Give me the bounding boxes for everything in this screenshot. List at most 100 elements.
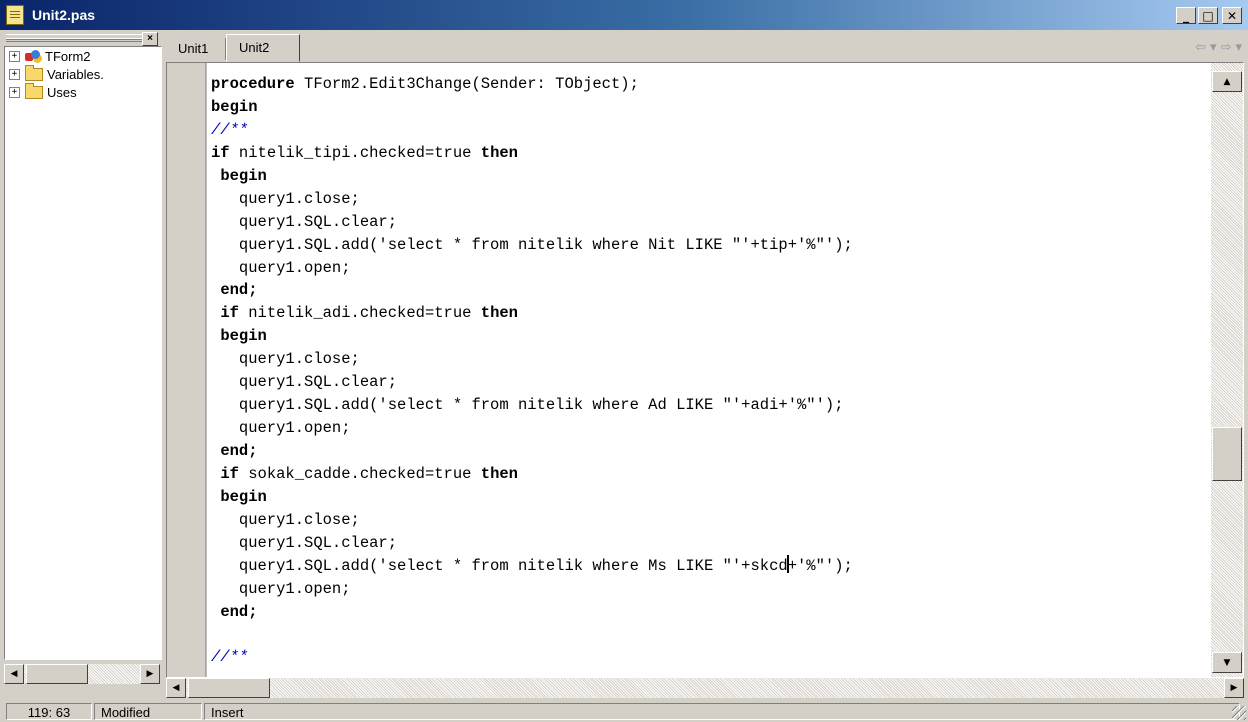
code-text[interactable]: procedure TForm2.Edit3Change(Sender: TOb… xyxy=(211,73,1209,677)
forward-arrow-icon[interactable]: ⇨ xyxy=(1221,40,1232,55)
code-keyword: begin xyxy=(211,97,258,116)
code-line[interactable]: procedure TForm2.Edit3Change(Sender: TOb… xyxy=(211,73,1209,96)
code-text-segment: query1.SQL.clear; xyxy=(211,533,398,552)
code-text-segment xyxy=(211,603,220,621)
code-line[interactable]: query1.close; xyxy=(211,509,1209,532)
scroll-thumb[interactable] xyxy=(188,678,270,698)
code-line[interactable]: query1.open; xyxy=(211,417,1209,440)
code-line[interactable]: query1.open; xyxy=(211,257,1209,280)
scroll-down-button[interactable]: ▼ xyxy=(1212,652,1242,673)
minimize-icon: _ xyxy=(1183,8,1189,23)
tab-unit2[interactable]: Unit2 xyxy=(226,34,300,62)
editor-horizontal-scrollbar[interactable]: ◀ ▶ xyxy=(166,678,1244,698)
tree-item-variables[interactable]: + Variables. xyxy=(5,64,161,83)
expand-icon[interactable]: + xyxy=(9,50,20,62)
scroll-left-button[interactable]: ◀ xyxy=(4,664,24,684)
code-line[interactable]: query1.close; xyxy=(211,188,1209,211)
code-text-segment xyxy=(211,304,220,322)
editor-vertical-scrollbar[interactable]: ▲ ▼ xyxy=(1211,63,1243,677)
code-line[interactable]: query1.open; xyxy=(211,578,1209,601)
resize-grip-icon[interactable] xyxy=(1232,706,1246,720)
tab-strip: Unit1 Unit2 ⇦ ▾ ⇨ ▾ xyxy=(166,32,1244,62)
code-line[interactable]: end; xyxy=(211,279,1209,302)
code-line[interactable] xyxy=(211,624,1209,647)
code-line[interactable]: begin xyxy=(211,325,1209,348)
code-line[interactable]: //** xyxy=(211,646,1209,669)
folder-icon xyxy=(25,82,43,99)
explorer-grip[interactable] xyxy=(6,34,142,42)
document-icon xyxy=(6,5,24,25)
scroll-thumb[interactable] xyxy=(1212,427,1242,481)
code-text-segment: nitelik_tipi.checked=true xyxy=(229,143,481,162)
code-keyword: end; xyxy=(220,602,258,621)
back-dropdown-icon[interactable]: ▾ xyxy=(1210,40,1217,55)
expand-icon[interactable]: + xyxy=(9,68,20,80)
close-button[interactable]: ✕ xyxy=(1222,7,1242,24)
tree-item-tform2[interactable]: + TForm2 xyxy=(5,47,161,65)
editor-gutter[interactable] xyxy=(167,63,206,677)
form-icon xyxy=(25,49,41,63)
code-text-segment: query1.open; xyxy=(211,419,351,438)
code-text-segment xyxy=(211,327,220,345)
scroll-left-button[interactable]: ◀ xyxy=(166,678,186,698)
code-line[interactable]: query1.SQL.clear; xyxy=(211,532,1209,555)
code-keyword: then xyxy=(480,143,518,162)
code-text-segment: query1.SQL.add('select * from nitelik wh… xyxy=(211,235,853,254)
code-line[interactable]: query1.SQL.add('select * from nitelik wh… xyxy=(211,234,1209,257)
title-bar[interactable]: Unit2.pas _ □ ✕ xyxy=(0,0,1248,30)
scroll-right-button[interactable]: ▶ xyxy=(1224,678,1244,698)
code-line[interactable]: begin xyxy=(211,486,1209,509)
scroll-right-button[interactable]: ▶ xyxy=(140,664,160,684)
close-icon: ✕ xyxy=(1226,8,1238,23)
code-line[interactable]: begin xyxy=(211,96,1209,119)
code-line[interactable]: query1.SQL.clear; xyxy=(211,211,1209,234)
code-area[interactable]: procedure TForm2.Edit3Change(Sender: TOb… xyxy=(166,62,1244,678)
code-text-segment: TForm2.Edit3Change(Sender: TObject); xyxy=(294,75,639,93)
tab-unit1[interactable]: Unit1 xyxy=(166,38,226,60)
explorer-close-button[interactable]: × xyxy=(142,32,158,46)
code-line[interactable]: query1.SQL.add('select * from nitelik wh… xyxy=(211,554,1209,578)
code-keyword: if xyxy=(211,143,230,162)
arrow-left-icon: ◀ xyxy=(10,669,18,679)
arrow-down-icon: ▼ xyxy=(1223,657,1231,668)
code-line[interactable]: if sokak_cadde.checked=true then xyxy=(211,463,1209,486)
code-comment: //** xyxy=(211,648,249,667)
arrow-right-icon: ▶ xyxy=(146,669,154,679)
code-text-segment: query1.SQL.clear; xyxy=(211,373,398,392)
code-line[interactable]: //** xyxy=(211,119,1209,142)
code-line[interactable]: begin xyxy=(211,165,1209,188)
explorer-horizontal-scrollbar[interactable]: ◀ ▶ xyxy=(4,664,160,684)
tree-item-uses[interactable]: + Uses xyxy=(5,82,161,101)
code-line[interactable]: query1.SQL.add('select * from nitelik wh… xyxy=(211,394,1209,417)
expand-icon[interactable]: + xyxy=(9,86,20,98)
code-keyword: then xyxy=(480,304,518,323)
code-text-segment: query1.close; xyxy=(211,510,360,529)
scroll-up-button[interactable]: ▲ xyxy=(1212,71,1242,92)
code-line[interactable]: end; xyxy=(211,601,1209,624)
code-line[interactable]: if nitelik_tipi.checked=true then xyxy=(211,142,1209,165)
forward-dropdown-icon[interactable]: ▾ xyxy=(1235,40,1242,55)
code-line[interactable]: end; xyxy=(211,440,1209,463)
code-text-segment: sokak_cadde.checked=true xyxy=(238,464,481,483)
code-text-segment xyxy=(211,442,220,460)
code-text-segment xyxy=(211,465,220,483)
code-keyword: if xyxy=(220,464,239,483)
code-keyword: if xyxy=(220,304,239,323)
scroll-thumb[interactable] xyxy=(26,664,88,684)
minimize-button[interactable]: _ xyxy=(1176,7,1196,24)
code-editor: Unit1 Unit2 ⇦ ▾ ⇨ ▾ procedure TForm2.Edi… xyxy=(166,32,1244,700)
code-line[interactable]: if nitelik_adi.checked=true then xyxy=(211,302,1209,325)
code-keyword: end; xyxy=(220,281,258,300)
insert-mode-indicator: Insert xyxy=(204,703,1240,720)
window-title: Unit2.pas xyxy=(32,7,96,23)
tree-item-label: TForm2 xyxy=(45,48,91,64)
modified-indicator: Modified xyxy=(94,703,202,720)
code-line[interactable]: query1.SQL.clear; xyxy=(211,371,1209,394)
maximize-button[interactable]: □ xyxy=(1198,7,1218,24)
back-arrow-icon[interactable]: ⇦ xyxy=(1195,40,1206,55)
navigation-buttons: ⇦ ▾ ⇨ ▾ xyxy=(1195,40,1242,55)
code-text-segment: query1.SQL.add('select * from nitelik wh… xyxy=(211,396,844,415)
code-text-segment: query1.SQL.clear; xyxy=(211,212,398,231)
code-line[interactable]: query1.close; xyxy=(211,348,1209,371)
tree-item-label: Variables. xyxy=(47,66,104,82)
